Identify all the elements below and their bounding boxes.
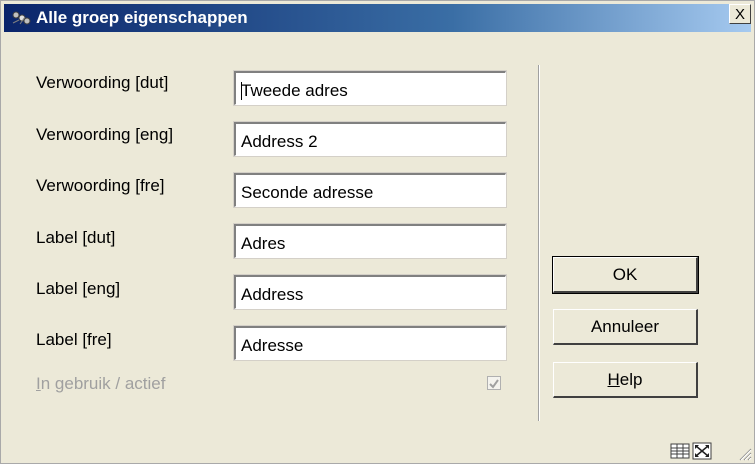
expand-icon[interactable] bbox=[692, 442, 712, 460]
active-label-text: n gebruik / actief bbox=[40, 374, 166, 393]
label-dut-input[interactable]: Adres bbox=[233, 223, 507, 259]
field-label-verwoording-eng: Verwoording [eng] bbox=[36, 125, 174, 144]
close-icon: X bbox=[734, 5, 745, 23]
dialog-window: Alle groep eigenschappen X Verwoording [… bbox=[0, 0, 755, 464]
verwoording-eng-input[interactable]: Address 2 bbox=[233, 121, 507, 157]
verwoording-dut-input[interactable]: Tweede adres bbox=[233, 70, 507, 106]
field-label-verwoording-fre: Verwoording [fre] bbox=[36, 176, 165, 195]
field-label-label-dut: Label [dut] bbox=[36, 228, 116, 247]
field-label-label-fre: Label [fre] bbox=[36, 330, 112, 349]
verwoording-fre-input[interactable]: Seconde adresse bbox=[233, 172, 507, 208]
checkmark-icon bbox=[489, 379, 499, 389]
active-checkbox-label: In gebruik / actief bbox=[36, 374, 165, 394]
vertical-divider bbox=[538, 65, 540, 421]
close-button[interactable]: X bbox=[729, 4, 751, 24]
verwoording-eng-value: Address 2 bbox=[241, 132, 318, 151]
cancel-button[interactable]: Annuleer bbox=[553, 309, 698, 345]
help-button-label: Help bbox=[608, 370, 643, 390]
label-fre-value: Adresse bbox=[241, 336, 304, 355]
help-label-mnemonic: H bbox=[607, 369, 620, 389]
field-label-verwoording-dut: Verwoording [dut] bbox=[36, 73, 169, 92]
verwoording-fre-value: Seconde adresse bbox=[241, 183, 374, 202]
ok-button-label: OK bbox=[612, 264, 638, 284]
verwoording-dut-value: Tweede adres bbox=[241, 81, 348, 100]
help-button[interactable]: Help bbox=[553, 362, 698, 398]
ok-button[interactable]: OK bbox=[552, 256, 699, 294]
window-title: Alle groep eigenschappen bbox=[36, 8, 248, 27]
cancel-button-label: Annuleer bbox=[590, 316, 660, 336]
label-eng-value: Address bbox=[241, 285, 304, 304]
label-dut-value: Adres bbox=[241, 234, 286, 253]
grid-icon[interactable] bbox=[670, 442, 690, 460]
resize-grip-icon[interactable] bbox=[736, 445, 752, 461]
title-bar[interactable]: Alle groep eigenschappen bbox=[4, 4, 751, 32]
help-label-text: elp bbox=[619, 369, 643, 389]
label-fre-input[interactable]: Adresse bbox=[233, 325, 507, 361]
field-label-label-eng: Label [eng] bbox=[36, 279, 121, 298]
label-eng-input[interactable]: Address bbox=[233, 274, 507, 310]
active-checkbox[interactable] bbox=[487, 376, 501, 390]
app-icon bbox=[10, 8, 32, 28]
